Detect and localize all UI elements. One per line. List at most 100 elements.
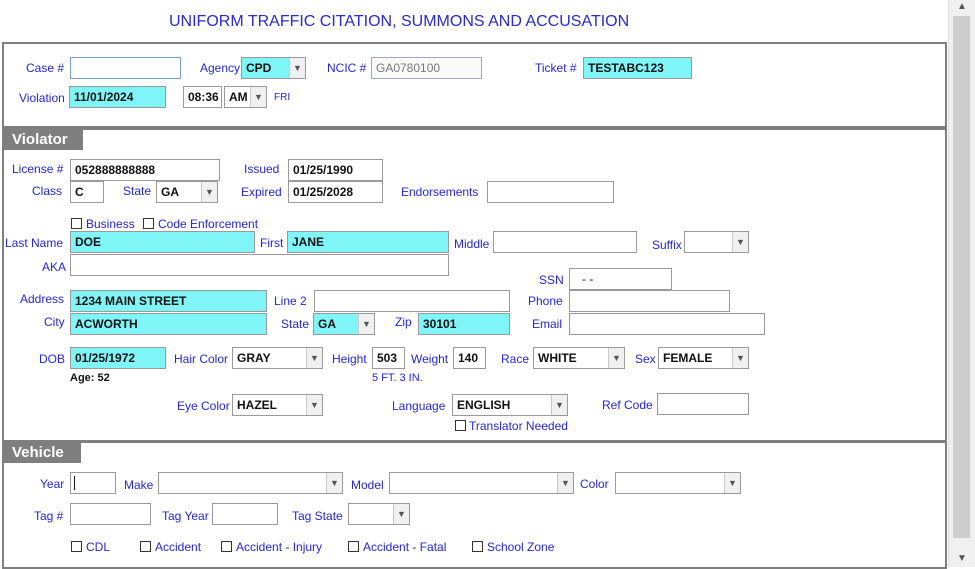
translator-checkbox[interactable] (455, 420, 466, 431)
sex-value: FEMALE (663, 351, 713, 365)
city-label: City (44, 315, 65, 329)
business-checkbox[interactable] (71, 218, 82, 229)
zip-label: Zip (395, 315, 412, 329)
first-label: First (260, 236, 284, 250)
license-label: License # (12, 162, 64, 176)
city-input[interactable]: ACWORTH (70, 313, 267, 335)
color-select[interactable]: ▼ (615, 472, 741, 494)
ssn-label: SSN (539, 273, 564, 287)
chevron-down-icon[interactable]: ▼ (732, 348, 748, 368)
zip-input[interactable]: 30101 (418, 313, 510, 335)
address-state-value: GA (318, 317, 336, 331)
race-label: Race (501, 352, 530, 366)
year-label: Year (40, 477, 65, 491)
accident-fatal-checkbox[interactable] (348, 541, 359, 552)
last-name-input[interactable]: DOE (70, 231, 255, 253)
chevron-down-icon[interactable]: ▼ (289, 58, 305, 78)
language-select[interactable]: ENGLISH ▼ (452, 394, 568, 416)
email-label: Email (532, 317, 563, 331)
address-input[interactable]: 1234 MAIN STREET (70, 290, 267, 312)
page-title: UNIFORM TRAFFIC CITATION, SUMMONS AND AC… (169, 13, 630, 30)
accident-checkbox[interactable] (140, 541, 151, 552)
make-label: Make (124, 478, 154, 492)
vertical-scrollbar[interactable]: ▲ ▼ (948, 0, 975, 567)
expired-input[interactable]: 01/25/2028 (288, 181, 383, 203)
make-select[interactable]: ▼ (158, 472, 343, 494)
hair-color-value: GRAY (237, 351, 271, 365)
code-enforcement-checkbox[interactable] (143, 218, 154, 229)
address-state-select[interactable]: GA ▼ (313, 313, 375, 335)
violation-ampm-select[interactable]: AM ▼ (224, 86, 267, 108)
ticket-input[interactable]: TESTABC123 (583, 57, 692, 79)
cdl-checkbox[interactable] (71, 541, 82, 552)
sex-label: Sex (635, 352, 656, 366)
sex-select[interactable]: FEMALE ▼ (658, 347, 749, 369)
accident-injury-label: Accident - Injury (236, 540, 323, 554)
violation-day: FRI (274, 92, 291, 103)
chevron-down-icon[interactable]: ▼ (250, 87, 266, 107)
ncic-input[interactable]: GA0780100 (371, 57, 482, 79)
vehicle-section-title: Vehicle (4, 443, 81, 463)
violation-date-input[interactable]: 11/01/2024 (69, 86, 166, 108)
suffix-label: Suffix (652, 238, 682, 252)
race-select[interactable]: WHITE ▼ (533, 347, 625, 369)
expired-label: Expired (241, 185, 282, 199)
license-state-label: State (123, 184, 152, 198)
chevron-down-icon[interactable]: ▼ (608, 348, 624, 368)
chevron-down-icon[interactable]: ▼ (306, 348, 322, 368)
chevron-down-icon[interactable]: ▼ (201, 182, 217, 202)
middle-input[interactable] (493, 231, 637, 253)
model-select[interactable]: ▼ (389, 472, 574, 494)
agency-label: Agency (200, 61, 241, 75)
height-input[interactable]: 503 (372, 347, 405, 369)
first-name-input[interactable]: JANE (287, 231, 449, 253)
chevron-down-icon[interactable]: ▼ (393, 504, 409, 524)
school-zone-label: School Zone (487, 540, 555, 554)
tag-year-input[interactable] (212, 503, 278, 525)
case-label: Case # (26, 61, 65, 75)
color-label: Color (580, 477, 609, 491)
eye-color-select[interactable]: HAZEL ▼ (232, 394, 323, 416)
chevron-down-icon[interactable]: ▼ (326, 473, 342, 493)
chevron-down-icon[interactable]: ▼ (358, 314, 374, 334)
tag-input[interactable] (70, 503, 151, 525)
chevron-down-icon[interactable]: ▼ (732, 232, 748, 252)
dob-input[interactable]: 01/25/1972 (70, 347, 166, 369)
weight-input[interactable]: 140 (453, 347, 486, 369)
last-name-label: Last Name (5, 236, 64, 250)
accident-label: Accident (155, 540, 202, 554)
ssn-input[interactable]: - - (569, 268, 672, 290)
tag-state-label: Tag State (292, 509, 343, 523)
scroll-up-icon[interactable]: ▲ (957, 1, 967, 12)
language-label: Language (392, 399, 446, 413)
hair-color-select[interactable]: GRAY ▼ (232, 347, 323, 369)
chevron-down-icon[interactable]: ▼ (724, 473, 740, 493)
accident-fatal-label: Accident - Fatal (363, 540, 447, 554)
accident-injury-checkbox[interactable] (221, 541, 232, 552)
suffix-select[interactable]: ▼ (684, 231, 749, 253)
phone-input[interactable] (569, 290, 730, 312)
license-state-select[interactable]: GA ▼ (156, 181, 218, 203)
email-input[interactable] (569, 313, 765, 335)
text-cursor (74, 476, 75, 490)
chevron-down-icon[interactable]: ▼ (557, 473, 573, 493)
scroll-down-icon[interactable]: ▼ (957, 553, 967, 564)
tag-state-select[interactable]: ▼ (348, 503, 410, 525)
license-input[interactable]: 052888888888 (70, 159, 220, 181)
endorsements-input[interactable] (487, 181, 614, 203)
year-input[interactable] (70, 472, 116, 494)
issued-input[interactable]: 01/25/1990 (288, 159, 383, 181)
violation-ampm-value: AM (229, 90, 248, 104)
agency-select[interactable]: CPD ▼ (241, 57, 306, 79)
chevron-down-icon[interactable]: ▼ (551, 395, 567, 415)
school-zone-checkbox[interactable] (472, 541, 483, 552)
case-input[interactable] (70, 57, 181, 79)
phone-label: Phone (528, 294, 563, 308)
aka-input[interactable] (70, 254, 449, 276)
scrollbar-thumb[interactable] (953, 16, 970, 538)
chevron-down-icon[interactable]: ▼ (306, 395, 322, 415)
ref-code-input[interactable] (657, 393, 749, 415)
class-input[interactable]: C (70, 181, 104, 203)
violation-time-input[interactable]: 08:36 (183, 86, 222, 108)
line2-input[interactable] (314, 290, 510, 312)
